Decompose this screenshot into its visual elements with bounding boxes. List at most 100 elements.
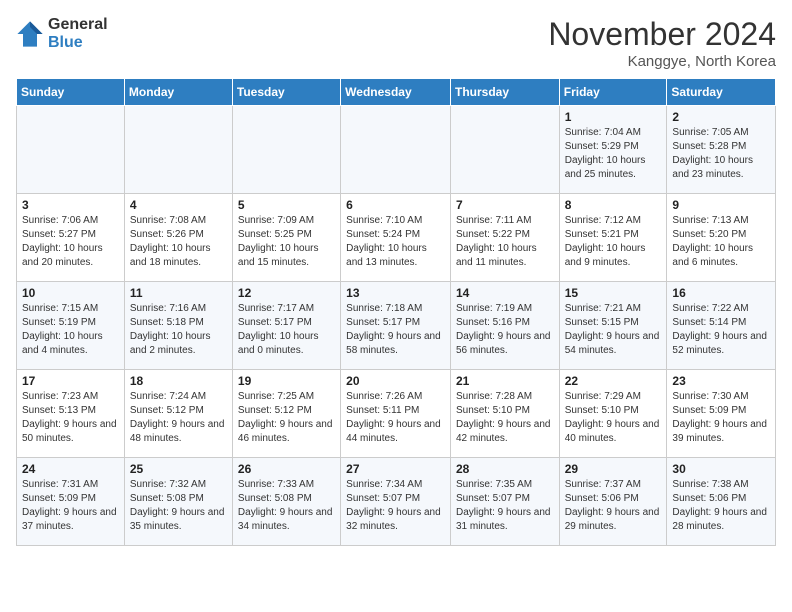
day-info: Sunrise: 7:31 AM Sunset: 5:09 PM Dayligh… (22, 478, 119, 534)
day-info: Sunrise: 7:13 AM Sunset: 5:20 PM Dayligh… (672, 214, 770, 270)
day-number: 23 (672, 374, 770, 388)
calendar-cell: 13 Sunrise: 7:18 AM Sunset: 5:17 PM Dayli… (341, 282, 451, 370)
day-number: 30 (672, 462, 770, 476)
calendar-cell (450, 106, 559, 194)
page-header: General Blue November 2024 Kanggye, Nort… (16, 16, 776, 70)
day-info: Sunrise: 7:09 AM Sunset: 5:25 PM Dayligh… (238, 214, 335, 270)
day-number: 9 (672, 198, 770, 212)
day-number: 6 (346, 198, 445, 212)
calendar-cell (17, 106, 125, 194)
day-number: 11 (130, 286, 227, 300)
day-number: 1 (565, 110, 662, 124)
calendar-cell: 30 Sunrise: 7:38 AM Sunset: 5:06 PM Dayli… (667, 458, 776, 546)
day-info: Sunrise: 7:33 AM Sunset: 5:08 PM Dayligh… (238, 478, 335, 534)
day-info: Sunrise: 7:05 AM Sunset: 5:28 PM Dayligh… (672, 126, 770, 182)
calendar-cell: 10 Sunrise: 7:15 AM Sunset: 5:19 PM Dayli… (17, 282, 125, 370)
calendar-cell: 2Sunrise: 7:05 AM Sunset: 5:28 PM Daylig… (667, 106, 776, 194)
weekday-header-friday: Friday (559, 79, 667, 106)
day-info: Sunrise: 7:24 AM Sunset: 5:12 PM Dayligh… (130, 390, 227, 446)
weekday-header-wednesday: Wednesday (341, 79, 451, 106)
day-info: Sunrise: 7:12 AM Sunset: 5:21 PM Dayligh… (565, 214, 662, 270)
day-number: 28 (456, 462, 554, 476)
day-number: 24 (22, 462, 119, 476)
calendar-week-4: 17Sunrise: 7:23 AM Sunset: 5:13 PM Dayli… (17, 370, 776, 458)
day-number: 29 (565, 462, 662, 476)
calendar-cell: 22 Sunrise: 7:29 AM Sunset: 5:10 PM Dayli… (559, 370, 667, 458)
day-number: 16 (672, 286, 770, 300)
calendar-cell: 12 Sunrise: 7:17 AM Sunset: 5:17 PM Dayli… (232, 282, 340, 370)
day-number: 22 (565, 374, 662, 388)
day-info: Sunrise: 7:29 AM Sunset: 5:10 PM Dayligh… (565, 390, 662, 446)
day-number: 12 (238, 286, 335, 300)
day-number: 25 (130, 462, 227, 476)
day-info: Sunrise: 7:32 AM Sunset: 5:08 PM Dayligh… (130, 478, 227, 534)
day-info: Sunrise: 7:19 AM Sunset: 5:16 PM Dayligh… (456, 302, 554, 358)
calendar-cell: 9 Sunrise: 7:13 AM Sunset: 5:20 PM Daylig… (667, 194, 776, 282)
calendar-cell: 11 Sunrise: 7:16 AM Sunset: 5:18 PM Dayli… (124, 282, 232, 370)
weekday-header-thursday: Thursday (450, 79, 559, 106)
weekday-header-row: SundayMondayTuesdayWednesdayThursdayFrid… (17, 79, 776, 106)
calendar-cell (124, 106, 232, 194)
day-info: Sunrise: 7:04 AM Sunset: 5:29 PM Dayligh… (565, 126, 662, 182)
calendar-cell: 17Sunrise: 7:23 AM Sunset: 5:13 PM Dayli… (17, 370, 125, 458)
day-info: Sunrise: 7:30 AM Sunset: 5:09 PM Dayligh… (672, 390, 770, 446)
weekday-header-saturday: Saturday (667, 79, 776, 106)
logo: General Blue (16, 16, 108, 51)
calendar-cell: 18Sunrise: 7:24 AM Sunset: 5:12 PM Dayli… (124, 370, 232, 458)
calendar-week-2: 3Sunrise: 7:06 AM Sunset: 5:27 PM Daylig… (17, 194, 776, 282)
calendar-cell: 25 Sunrise: 7:32 AM Sunset: 5:08 PM Dayli… (124, 458, 232, 546)
calendar-cell: 26Sunrise: 7:33 AM Sunset: 5:08 PM Dayli… (232, 458, 340, 546)
day-number: 17 (22, 374, 119, 388)
day-number: 5 (238, 198, 335, 212)
day-info: Sunrise: 7:21 AM Sunset: 5:15 PM Dayligh… (565, 302, 662, 358)
day-number: 19 (238, 374, 335, 388)
day-number: 4 (130, 198, 227, 212)
day-number: 13 (346, 286, 445, 300)
day-info: Sunrise: 7:35 AM Sunset: 5:07 PM Dayligh… (456, 478, 554, 534)
day-info: Sunrise: 7:25 AM Sunset: 5:12 PM Dayligh… (238, 390, 335, 446)
day-info: Sunrise: 7:28 AM Sunset: 5:10 PM Dayligh… (456, 390, 554, 446)
weekday-header-sunday: Sunday (17, 79, 125, 106)
calendar-cell: 21 Sunrise: 7:28 AM Sunset: 5:10 PM Dayli… (450, 370, 559, 458)
weekday-header-monday: Monday (124, 79, 232, 106)
calendar-cell: 19 Sunrise: 7:25 AM Sunset: 5:12 PM Dayli… (232, 370, 340, 458)
calendar-cell: 15 Sunrise: 7:21 AM Sunset: 5:15 PM Dayli… (559, 282, 667, 370)
calendar-cell: 7Sunrise: 7:11 AM Sunset: 5:22 PM Daylig… (450, 194, 559, 282)
calendar-cell: 8 Sunrise: 7:12 AM Sunset: 5:21 PM Daylig… (559, 194, 667, 282)
calendar-week-3: 10 Sunrise: 7:15 AM Sunset: 5:19 PM Dayli… (17, 282, 776, 370)
day-info: Sunrise: 7:15 AM Sunset: 5:19 PM Dayligh… (22, 302, 119, 358)
calendar-cell: 16Sunrise: 7:22 AM Sunset: 5:14 PM Dayli… (667, 282, 776, 370)
day-info: Sunrise: 7:34 AM Sunset: 5:07 PM Dayligh… (346, 478, 445, 534)
day-number: 20 (346, 374, 445, 388)
calendar-cell: 28 Sunrise: 7:35 AM Sunset: 5:07 PM Dayli… (450, 458, 559, 546)
day-number: 15 (565, 286, 662, 300)
day-number: 21 (456, 374, 554, 388)
logo-blue: Blue (48, 34, 108, 52)
calendar: SundayMondayTuesdayWednesdayThursdayFrid… (16, 78, 776, 546)
location: Kanggye, North Korea (548, 53, 776, 70)
day-info: Sunrise: 7:26 AM Sunset: 5:11 PM Dayligh… (346, 390, 445, 446)
calendar-cell: 3Sunrise: 7:06 AM Sunset: 5:27 PM Daylig… (17, 194, 125, 282)
calendar-cell: 14 Sunrise: 7:19 AM Sunset: 5:16 PM Dayli… (450, 282, 559, 370)
calendar-cell: 20 Sunrise: 7:26 AM Sunset: 5:11 PM Dayli… (341, 370, 451, 458)
day-info: Sunrise: 7:18 AM Sunset: 5:17 PM Dayligh… (346, 302, 445, 358)
day-info: Sunrise: 7:06 AM Sunset: 5:27 PM Dayligh… (22, 214, 119, 270)
day-number: 7 (456, 198, 554, 212)
day-number: 14 (456, 286, 554, 300)
title-block: November 2024 Kanggye, North Korea (548, 16, 776, 70)
day-info: Sunrise: 7:16 AM Sunset: 5:18 PM Dayligh… (130, 302, 227, 358)
day-number: 10 (22, 286, 119, 300)
calendar-cell: 4Sunrise: 7:08 AM Sunset: 5:26 PM Daylig… (124, 194, 232, 282)
day-info: Sunrise: 7:38 AM Sunset: 5:06 PM Dayligh… (672, 478, 770, 534)
calendar-cell: 23 Sunrise: 7:30 AM Sunset: 5:09 PM Dayli… (667, 370, 776, 458)
calendar-cell: 27Sunrise: 7:34 AM Sunset: 5:07 PM Dayli… (341, 458, 451, 546)
calendar-cell: 6Sunrise: 7:10 AM Sunset: 5:24 PM Daylig… (341, 194, 451, 282)
calendar-cell (232, 106, 340, 194)
day-number: 8 (565, 198, 662, 212)
month-title: November 2024 (548, 16, 776, 53)
weekday-header-tuesday: Tuesday (232, 79, 340, 106)
calendar-week-1: 1 Sunrise: 7:04 AM Sunset: 5:29 PM Daylig… (17, 106, 776, 194)
logo-general: General (48, 16, 108, 34)
calendar-cell: 24 Sunrise: 7:31 AM Sunset: 5:09 PM Dayli… (17, 458, 125, 546)
day-info: Sunrise: 7:17 AM Sunset: 5:17 PM Dayligh… (238, 302, 335, 358)
